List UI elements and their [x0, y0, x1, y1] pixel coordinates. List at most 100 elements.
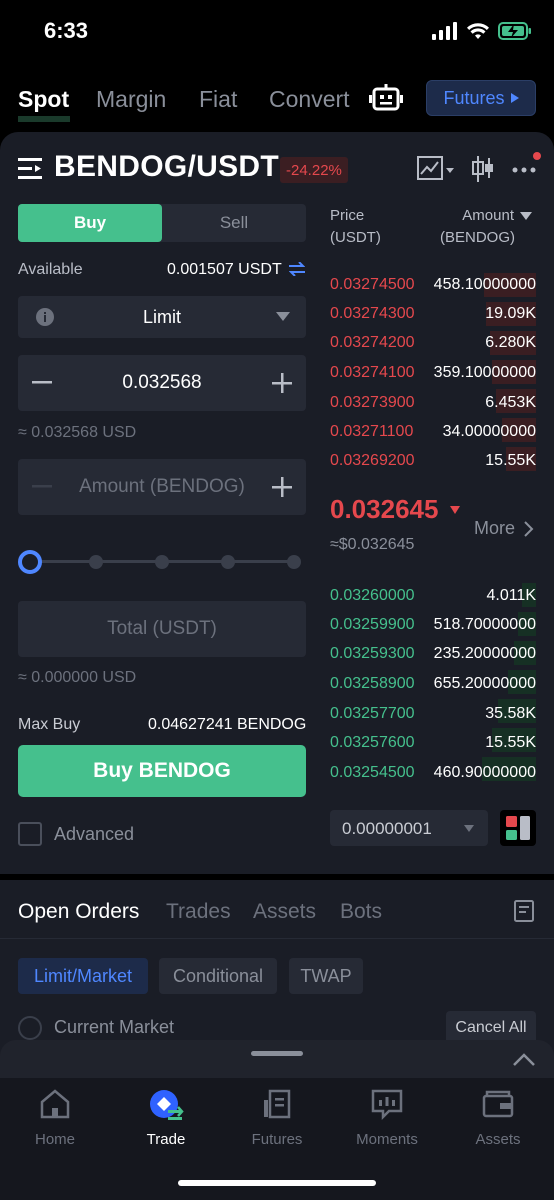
bid-row[interactable]: 0.03258900 655.20000000 [330, 675, 536, 697]
bid-row[interactable]: 0.03257700 35.58K [330, 705, 536, 727]
ask-price: 0.03273900 [330, 394, 415, 411]
bid-row[interactable]: 0.03254500 460.90000000 [330, 764, 536, 786]
ask-amount: 19.09K [485, 305, 536, 322]
more-dots-icon[interactable] [512, 150, 544, 178]
price-input[interactable]: 0.032568 [18, 372, 306, 394]
more-link-label: More [474, 518, 516, 538]
chevron-right-icon[interactable] [524, 521, 534, 537]
plus-icon[interactable] [272, 477, 292, 497]
tab-spot-indicator [18, 116, 70, 122]
ask-price: 0.03274100 [330, 364, 415, 381]
tab-convert[interactable]: Convert [269, 86, 350, 113]
price-change-value: -24.22% [286, 161, 342, 179]
advanced-checkbox[interactable] [18, 822, 42, 846]
ask-row[interactable]: 0.03269200 15.55K [330, 452, 536, 474]
bid-price: 0.03257700 [330, 705, 415, 722]
bid-price: 0.03254500 [330, 764, 415, 781]
filter-limit-market[interactable]: Limit/Market [18, 958, 148, 994]
bid-amount: 35.58K [485, 705, 536, 722]
ask-row[interactable]: 0.03273900 6.453K [330, 394, 536, 416]
caret-right-icon [510, 93, 519, 103]
status-time: 6:33 [44, 18, 89, 43]
robot-icon[interactable] [369, 84, 403, 114]
swap-arrows-icon[interactable] [289, 262, 305, 276]
slider-mark-100[interactable] [287, 555, 301, 569]
tab-margin[interactable]: Margin [96, 86, 166, 113]
orders-divider [0, 938, 554, 939]
buy-tab[interactable]: Buy [18, 204, 162, 242]
bid-row[interactable]: 0.03259300 235.20000000 [330, 645, 536, 667]
plus-icon[interactable] [272, 373, 292, 393]
ask-amount: 6.453K [485, 394, 536, 411]
slider-mark-75[interactable] [221, 555, 235, 569]
slider-mark-50[interactable] [155, 555, 169, 569]
nav-moments[interactable] [332, 1088, 442, 1125]
tab-bots[interactable]: Bots [340, 900, 382, 924]
filter-twap[interactable]: TWAP [289, 958, 363, 994]
futures-button[interactable]: Futures [426, 80, 536, 116]
bid-amount: 518.70000000 [433, 616, 536, 633]
current-market-radio[interactable] [18, 1016, 42, 1040]
drawer-handle[interactable] [251, 1051, 303, 1056]
drawer-header[interactable] [0, 1040, 554, 1078]
filter-conditional[interactable]: Conditional [159, 958, 277, 994]
total-input[interactable]: Total (USDT) [18, 601, 306, 657]
ask-row[interactable]: 0.03274200 6.280K [330, 334, 536, 356]
order-history-icon[interactable] [514, 900, 534, 922]
line-chart-icon[interactable] [417, 156, 455, 182]
bid-row[interactable]: 0.03259900 518.70000000 [330, 616, 536, 638]
amount-input[interactable]: Amount (BENDOG) [18, 476, 306, 498]
bid-row[interactable]: 0.03260000 4.011K [330, 587, 536, 609]
ob-price-header-label: Price [330, 207, 365, 224]
ask-row[interactable]: 0.03274100 359.10000000 [330, 364, 536, 386]
available-value: 0.001507 USDT [167, 261, 282, 278]
ask-amount: 359.10000000 [433, 364, 536, 381]
buy-bendog-button[interactable]: Buy BENDOG [18, 745, 306, 797]
ask-price: 0.03274500 [330, 276, 415, 293]
book-layout-icon[interactable] [500, 810, 536, 846]
ask-price: 0.03271100 [330, 423, 414, 440]
ask-amount: 34.00000000 [442, 423, 536, 440]
wifi-icon [467, 23, 489, 39]
order-type-select[interactable]: Limit [18, 296, 306, 338]
tab-assets[interactable]: Assets [253, 900, 316, 924]
price-usd-estimate: ≈ 0.032568 USD [18, 424, 137, 441]
nav-trade[interactable] [111, 1088, 221, 1129]
bid-amount: 460.90000000 [433, 764, 536, 781]
last-price[interactable]: 0.032645 [330, 494, 438, 525]
precision-value: 0.00000001 [342, 819, 432, 838]
futures-button-label: Futures [443, 87, 505, 108]
ob-amount-header-label: Amount [462, 207, 514, 224]
pair-title[interactable]: BENDOG/USDT [54, 150, 279, 184]
tab-fiat[interactable]: Fiat [199, 86, 237, 113]
tab-open-orders[interactable]: Open Orders [18, 900, 139, 924]
market-tabs: Spot Margin Fiat Convert Futures [0, 80, 554, 124]
bid-row[interactable]: 0.03257600 15.55K [330, 734, 536, 756]
sort-caret-icon[interactable] [520, 212, 532, 220]
buy-sell-toggle: Buy Sell [18, 204, 306, 242]
nav-futures[interactable] [222, 1088, 332, 1125]
chevron-up-icon[interactable] [513, 1053, 535, 1066]
wallet-icon [482, 1090, 514, 1118]
nav-futures-label: Futures [251, 1131, 303, 1148]
slider-mark-25[interactable] [89, 555, 103, 569]
ob-amount-header: Amount (BENDOG) [440, 205, 515, 249]
nav-home-label: Home [34, 1131, 75, 1148]
ask-row[interactable]: 0.03274500 458.10000000 [330, 276, 536, 298]
slider-knob[interactable] [18, 550, 42, 574]
nav-assets[interactable] [443, 1088, 553, 1125]
candlestick-icon[interactable] [471, 156, 495, 182]
price-stepper: 0.032568 [18, 355, 306, 411]
tab-trades[interactable]: Trades [166, 900, 231, 924]
precision-select[interactable]: 0.00000001 [330, 810, 488, 846]
price-change-badge: -24.22% [280, 157, 348, 183]
sell-tab[interactable]: Sell [162, 204, 306, 242]
bid-amount: 235.20000000 [433, 645, 536, 662]
ask-row[interactable]: 0.03274300 19.09K [330, 305, 536, 327]
ask-row[interactable]: 0.03271100 34.00000000 [330, 423, 536, 445]
tab-spot[interactable]: Spot [18, 86, 69, 113]
moments-icon [371, 1089, 403, 1121]
hamburger-menu-icon[interactable] [18, 158, 44, 180]
more-link[interactable]: More [474, 518, 515, 539]
nav-home[interactable] [0, 1088, 110, 1125]
